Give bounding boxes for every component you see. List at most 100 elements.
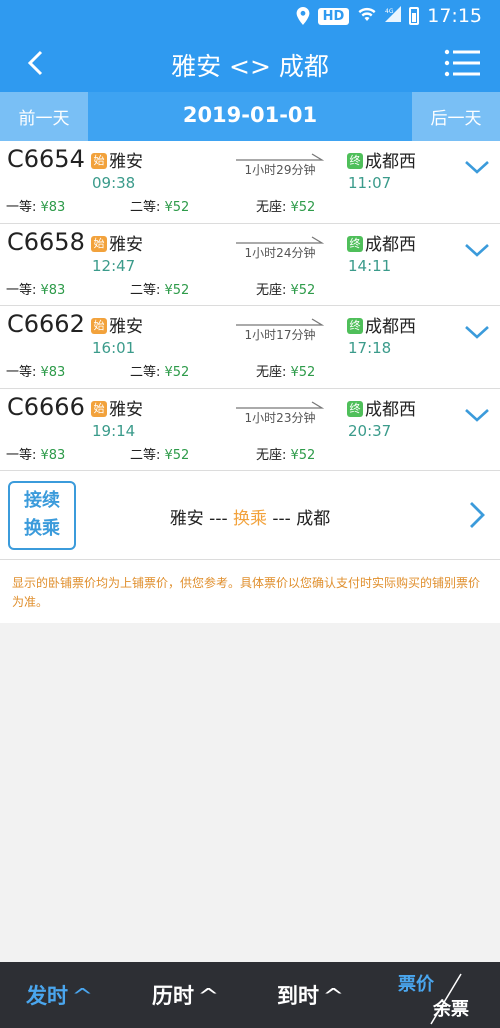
price-label: 无座:	[256, 282, 291, 298]
end-badge: 终	[347, 318, 363, 334]
price-label: 一等:	[6, 282, 41, 298]
date-bar: 前一天 2019-01-01 后一天	[0, 92, 500, 141]
price-label: 二等:	[130, 365, 165, 380]
caret-up-icon: ^	[197, 984, 220, 1008]
transfer-from: 雅安 ---	[169, 509, 233, 529]
location-icon	[296, 7, 309, 25]
train-row[interactable]: C6654 始雅安 09:38 1小时29分钟 终成都西 11:07 一等: ¥…	[0, 141, 500, 224]
bottom-sort-bar: 发时 ^ 历时 ^ 到时 ^ 票价 余票	[0, 962, 500, 1028]
from-station-name: 雅安	[109, 317, 143, 337]
to-station-name: 成都西	[365, 152, 416, 172]
transfer-row[interactable]: 接续 换乘 雅安 --- 换乘 --- 成都	[0, 471, 500, 560]
to-station-name: 成都西	[365, 317, 416, 337]
price-toggle-label: 票价	[398, 974, 434, 995]
from-station: 始雅安	[91, 395, 143, 420]
price-value: ¥52	[164, 282, 190, 298]
to-station: 终成都西	[347, 147, 416, 172]
price-value: ¥52	[290, 200, 316, 215]
price-first-class: 一等: ¥83	[6, 279, 65, 298]
chevron-down-icon[interactable]	[464, 324, 490, 340]
sort-by-departure-label: 发时	[26, 984, 68, 1008]
from-station: 始雅安	[91, 312, 143, 337]
from-station-name: 雅安	[109, 234, 143, 255]
train-row[interactable]: C6666 始雅安 19:14 1小时23分钟 终成都西 20:37 一等: ¥…	[0, 388, 500, 471]
remaining-toggle-label: 余票	[433, 999, 469, 1020]
price-no-seat: 无座: ¥52	[256, 361, 315, 380]
sort-by-arrival[interactable]: 到时 ^	[277, 980, 345, 1010]
price-value: ¥83	[40, 447, 66, 463]
price-first-class: 一等: ¥83	[6, 361, 65, 380]
price-value: ¥52	[290, 365, 316, 380]
train-row[interactable]: C6658 始雅安 12:47 1小时24分钟 终成都西 14:11 一等: ¥…	[0, 223, 500, 306]
train-row[interactable]: C6662 始雅安 16:01 1小时17分钟 终成都西 17:18 一等: ¥…	[0, 306, 500, 389]
price-value: ¥83	[40, 365, 66, 380]
chevron-right-icon[interactable]	[468, 500, 486, 530]
price-value: ¥52	[164, 447, 190, 463]
price-label: 二等:	[130, 282, 165, 298]
transfer-route: 雅安 --- 换乘 --- 成都	[0, 504, 500, 529]
arrival-time: 11:07	[348, 174, 392, 192]
chevron-down-icon[interactable]	[464, 242, 490, 258]
price-label: 一等:	[6, 447, 41, 463]
sort-by-duration[interactable]: 历时 ^	[152, 980, 220, 1010]
departure-time: 09:38	[92, 174, 136, 192]
title-bar: 雅安 <> 成都	[0, 34, 500, 92]
page-title: 雅安 <> 成都	[171, 52, 329, 81]
svg-text:4G: 4G	[385, 8, 394, 15]
end-badge: 终	[347, 235, 363, 252]
price-label: 无座:	[256, 365, 291, 380]
price-value: ¥52	[164, 365, 190, 380]
transfer-via: 换乘	[233, 509, 267, 529]
to-station-name: 成都西	[365, 234, 416, 255]
from-station-name: 雅安	[109, 152, 143, 172]
duration: 1小时29分钟	[244, 163, 316, 177]
duration: 1小时24分钟	[244, 245, 316, 260]
to-station-name: 成都西	[365, 399, 416, 420]
duration: 1小时23分钟	[244, 410, 316, 425]
clock: 17:15	[427, 5, 482, 27]
train-number: C6666	[7, 392, 85, 421]
price-remaining-toggle[interactable]: 票价 余票	[393, 962, 500, 1028]
from-station-name: 雅安	[109, 399, 143, 420]
departure-time: 19:14	[92, 421, 136, 440]
menu-list-icon[interactable]	[444, 48, 480, 78]
price-label: 一等:	[6, 200, 41, 215]
train-number: C6662	[7, 310, 85, 338]
train-number: C6658	[7, 227, 85, 256]
departure-time: 12:47	[92, 256, 136, 275]
price-second-class: 二等: ¥52	[130, 361, 189, 380]
price-no-seat: 无座: ¥52	[256, 279, 315, 298]
hd-badge: HD	[317, 7, 350, 25]
fare-notice: 显示的卧铺票价均为上铺票价，供您参考。具体票价以您确认支付时实际购买的铺别票价为…	[0, 560, 500, 623]
start-badge: 始	[91, 318, 107, 334]
start-badge: 始	[91, 153, 107, 169]
from-station: 始雅安	[91, 230, 143, 255]
price-label: 二等:	[130, 200, 165, 215]
to-station: 终成都西	[347, 395, 416, 420]
to-station: 终成都西	[347, 312, 416, 337]
end-badge: 终	[347, 153, 363, 169]
arrival-time: 14:11	[348, 256, 392, 275]
transfer-to: --- 成都	[267, 509, 331, 529]
price-first-class: 一等: ¥83	[6, 196, 65, 215]
chevron-down-icon[interactable]	[464, 159, 490, 175]
chevron-down-icon[interactable]	[464, 407, 490, 423]
caret-up-icon: ^	[322, 984, 345, 1008]
duration: 1小时17分钟	[244, 328, 316, 342]
to-station: 终成都西	[347, 230, 416, 255]
price-label: 无座:	[256, 447, 291, 463]
arrival-time: 20:37	[348, 421, 392, 440]
sort-by-arrival-label: 到时	[277, 984, 319, 1008]
signal-4g-icon: 4G	[385, 6, 402, 26]
end-badge: 终	[347, 400, 363, 417]
price-label: 二等:	[130, 447, 165, 463]
price-second-class: 二等: ¥52	[130, 444, 189, 463]
status-bar: HD 4G 17:15	[0, 0, 500, 34]
start-badge: 始	[91, 400, 107, 417]
departure-time: 16:01	[92, 339, 136, 357]
price-second-class: 二等: ¥52	[130, 196, 189, 215]
sort-by-departure[interactable]: 发时 ^	[26, 980, 93, 1010]
train-list: C6654 始雅安 09:38 1小时29分钟 终成都西 11:07 一等: ¥…	[0, 141, 500, 623]
next-day-button[interactable]: 后一天	[412, 92, 500, 141]
arrival-time: 17:18	[348, 339, 392, 357]
